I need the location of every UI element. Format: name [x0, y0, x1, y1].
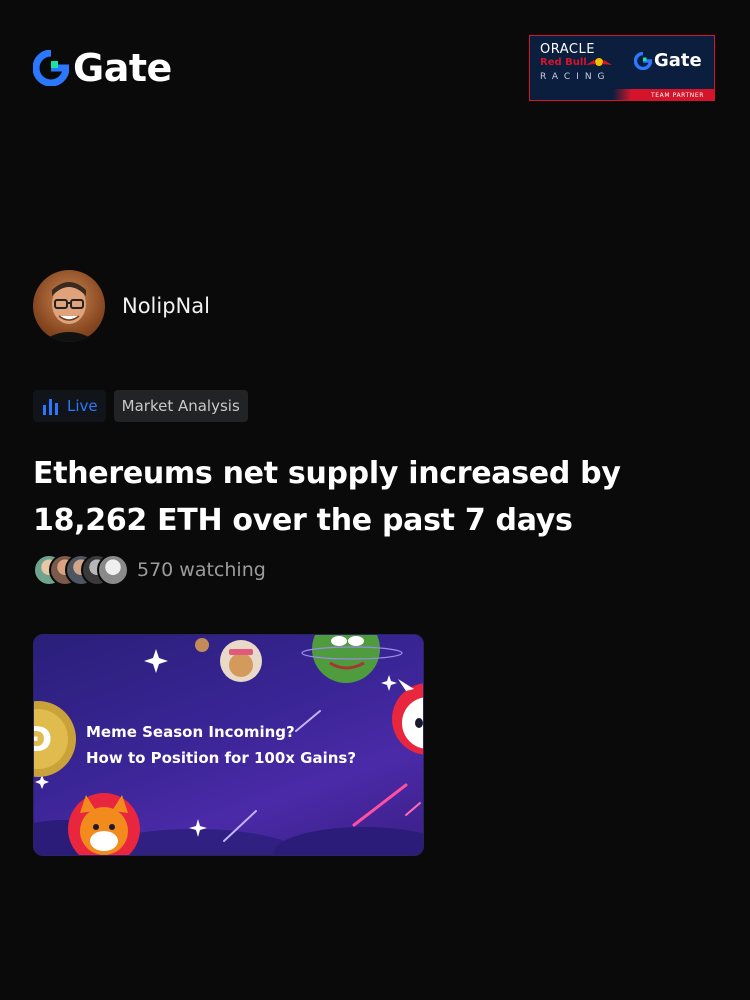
author-avatar[interactable] [33, 270, 105, 342]
author-portrait [41, 282, 97, 342]
live-tag[interactable]: Live [33, 390, 106, 422]
racing-wordmark: RACING [540, 72, 611, 82]
bar-chart-icon [43, 399, 58, 415]
category-label: Market Analysis [121, 397, 240, 415]
red-bull-logo-icon [586, 58, 612, 66]
gate-logo-icon [33, 50, 69, 86]
author-name[interactable]: NolipNal [122, 294, 210, 318]
team-partner-badge[interactable]: ORACLE Red Bull RACING Gate TEAM PARTNER [529, 35, 715, 101]
banner-headline-line2: How to Position for 100x Gains? [86, 749, 357, 767]
category-tag[interactable]: Market Analysis [113, 390, 248, 422]
partner-gate-logo: Gate [634, 50, 702, 71]
svg-text:Ð: Ð [34, 720, 52, 760]
gate-logo-icon [634, 51, 652, 70]
red-bull-wordmark: Red Bull [540, 57, 587, 68]
banner-headline-line1: Meme Season Incoming? [86, 723, 295, 741]
watcher-avatar [97, 554, 129, 586]
partner-brand-name: Gate [654, 50, 702, 71]
watching-count: 570 watching [137, 559, 266, 581]
author-row[interactable]: NolipNal [33, 270, 210, 342]
gate-logo[interactable]: Gate [33, 46, 172, 90]
post-tags: Live Market Analysis [33, 390, 248, 422]
live-label: Live [67, 397, 98, 415]
watcher-avatar-stack [33, 554, 129, 586]
watchers-row: 570 watching [33, 554, 266, 586]
team-partner-label: TEAM PARTNER [650, 92, 704, 99]
post-headline[interactable]: Ethereums net supply increased by 18,262… [33, 450, 683, 544]
brand-name: Gate [73, 46, 172, 90]
article-banner-image[interactable]: Ð Meme Season Incoming? How to Position … [33, 634, 424, 856]
banner-illustration: Ð [34, 635, 423, 855]
oracle-wordmark: ORACLE [540, 42, 595, 57]
